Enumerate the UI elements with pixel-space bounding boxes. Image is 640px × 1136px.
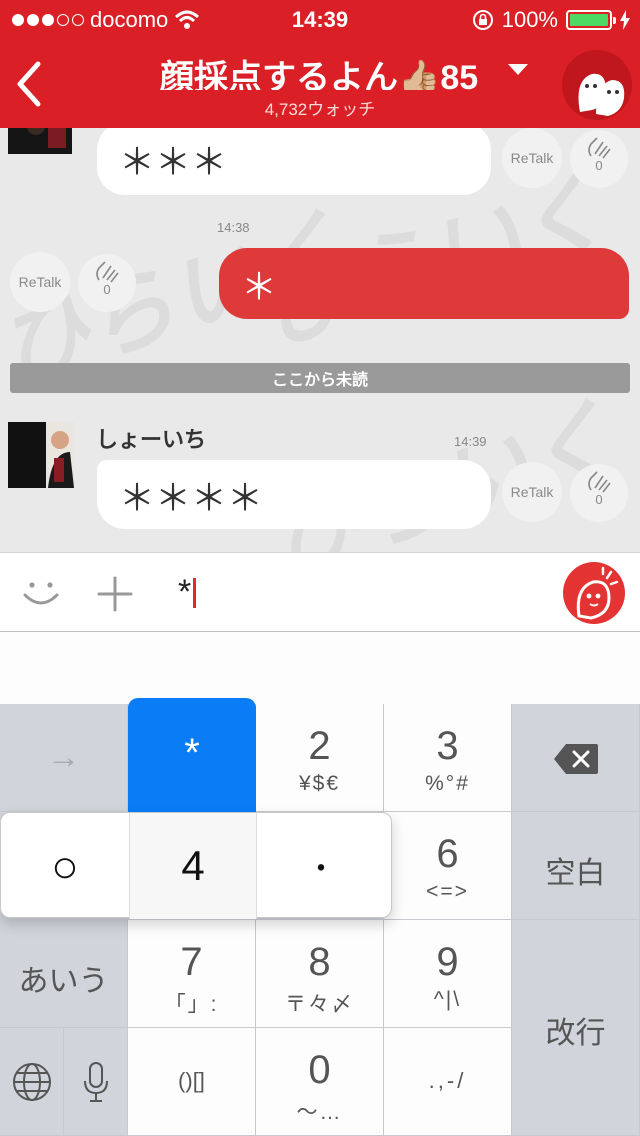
avatar[interactable]	[8, 128, 72, 154]
key-label: .,-/	[428, 1068, 467, 1093]
key-8[interactable]: 8 〒々〆	[256, 920, 384, 1028]
key-sub-label: %°#	[425, 772, 470, 795]
battery-icon	[566, 10, 616, 30]
globe-key[interactable]	[0, 1028, 64, 1136]
key-main-label: 8	[308, 940, 331, 984]
key-main-label: 0	[308, 1048, 331, 1092]
key-main-label: 6	[436, 832, 459, 876]
key-0[interactable]: 0 〜…	[256, 1028, 384, 1136]
ghost-avatar-icon[interactable]	[562, 50, 632, 120]
retalk-button[interactable]: ReTalk	[502, 462, 562, 522]
message-bubble[interactable]: ＊＊＊	[97, 128, 491, 195]
message-bubble[interactable]: ＊＊＊＊	[97, 460, 491, 529]
keyboard: → 2 ¥$€ 3 %°# 6 <=> 空白 あいう 7 「」: 8 〒々〆 9…	[0, 704, 640, 1136]
key-6[interactable]: 6 <=>	[384, 812, 512, 920]
backspace-icon	[553, 744, 598, 774]
smiley-icon[interactable]	[20, 575, 62, 611]
keyboard-spacer	[0, 632, 640, 704]
message-input-value: *	[178, 573, 192, 611]
key-2[interactable]: 2 ¥$€	[256, 704, 384, 812]
rotation-lock-icon	[472, 10, 493, 30]
clap-button[interactable]: 0	[78, 254, 136, 312]
key-label: 空白	[545, 857, 606, 890]
chat-area[interactable]: ひらいく ひらいく ひらいく ＊＊＊ ReTalk 0 14:38 ReTalk…	[0, 128, 640, 552]
dropdown-caret-icon[interactable]	[508, 64, 528, 75]
clap-count: 0	[595, 492, 603, 507]
room-title[interactable]: 顔採点するよん👍🏼85	[160, 50, 518, 90]
key-9[interactable]: 9 ^|\	[384, 920, 512, 1028]
key-label: あいう	[18, 965, 109, 998]
unread-divider: ここから未読	[10, 363, 630, 393]
globe-icon	[12, 1063, 51, 1101]
clap-icon	[96, 261, 119, 283]
key-sub-label: ^|\	[433, 988, 462, 1011]
plus-icon[interactable]	[96, 575, 134, 613]
punctuation-key[interactable]: .,-/	[384, 1028, 512, 1136]
key-3[interactable]: 3 %°#	[384, 704, 512, 812]
microphone-icon	[83, 1062, 108, 1102]
key-sub-label: 「」:	[164, 993, 219, 1016]
kana-switch-key[interactable]: あいう	[0, 920, 128, 1028]
message-time: 14:38	[217, 220, 250, 235]
user-name[interactable]: しょーいち	[96, 422, 206, 454]
retalk-button[interactable]: ReTalk	[10, 252, 70, 312]
key-popup: ○ 4 ・	[0, 812, 392, 919]
dictation-key[interactable]	[64, 1028, 128, 1136]
message-time: 14:39	[454, 434, 487, 449]
popup-option-dot[interactable]: ・	[257, 813, 385, 919]
charging-bolt-icon	[620, 10, 630, 30]
my-message-bubble[interactable]: ＊	[219, 248, 629, 319]
brackets-key[interactable]: ()[]	[128, 1028, 256, 1136]
avatar[interactable]	[8, 422, 74, 488]
status-bar: docomo 14:39 100%	[0, 0, 640, 40]
key-popup-selected[interactable]: *	[128, 698, 256, 812]
nav-header: docomo 14:39 100% 顔採点するよん👍🏼85 4,732ウォッチ	[0, 0, 640, 128]
backspace-key[interactable]	[512, 704, 640, 812]
message-input-bar: *	[0, 552, 640, 632]
clap-count: 0	[595, 158, 603, 173]
clap-icon	[588, 137, 611, 159]
return-key[interactable]: 改行	[512, 920, 640, 1136]
retalk-button[interactable]: ReTalk	[502, 128, 562, 188]
battery-percent: 100%	[501, 7, 558, 32]
arrow-right-key[interactable]: →	[0, 704, 128, 812]
popup-option-4[interactable]: 4	[129, 813, 257, 919]
key-main-label: 9	[436, 940, 459, 984]
key-main-label: 3	[436, 724, 459, 768]
clap-icon	[588, 471, 611, 493]
key-sub-label: 〜…	[296, 1101, 343, 1124]
key-7[interactable]: 7 「」:	[128, 920, 256, 1028]
clap-button[interactable]: 0	[570, 464, 628, 522]
watch-count: 4,732ウォッチ	[264, 100, 376, 119]
key-sub-label: 〒々〆	[285, 993, 354, 1016]
clap-button[interactable]: 0	[570, 130, 628, 188]
key-sub-label: ¥$€	[298, 772, 341, 795]
key-main-label: 7	[180, 940, 203, 984]
popup-option-circle[interactable]: ○	[1, 813, 129, 919]
key-main-label: 2	[308, 724, 331, 768]
arrow-right-icon: →	[46, 738, 81, 776]
clap-count: 0	[103, 282, 111, 297]
key-label: 改行	[545, 1017, 606, 1050]
send-mascot-icon[interactable]	[563, 562, 625, 624]
status-right: 100%	[472, 7, 630, 33]
key-label: ()[]	[178, 1068, 205, 1093]
message-input[interactable]: *	[178, 573, 197, 612]
key-sub-label: <=>	[426, 880, 469, 903]
text-cursor	[193, 577, 197, 608]
space-key[interactable]: 空白	[512, 812, 640, 920]
